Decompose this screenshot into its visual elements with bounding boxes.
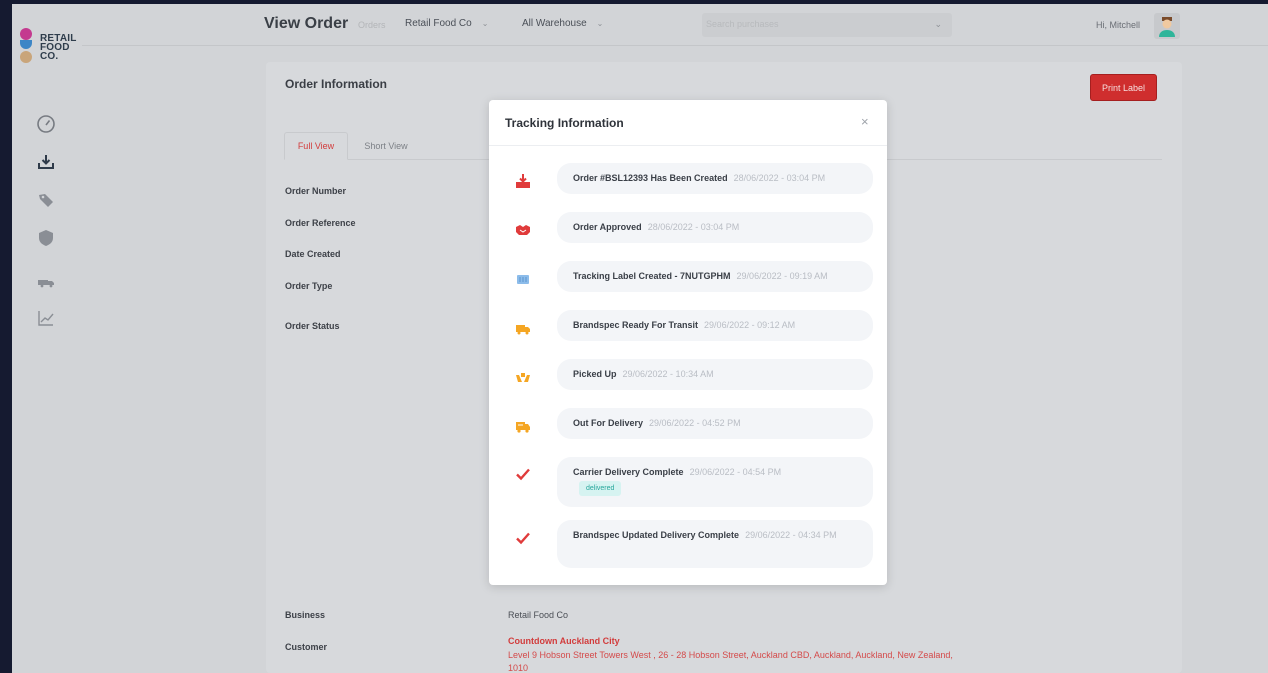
search-placeholder: Search purchases	[706, 19, 779, 29]
order-number-label: Order Number	[285, 186, 347, 196]
sidebar-item-products[interactable]	[34, 188, 58, 212]
event-time: 29/06/2022 - 10:34 AM	[622, 369, 714, 379]
logo-text: RETAIL FOOD CO.	[40, 34, 77, 62]
order-reference-label: Order Reference	[285, 218, 356, 228]
tracking-event: Picked Up 29/06/2022 - 10:34 AM	[557, 359, 873, 390]
event-time: 29/06/2022 - 09:19 AM	[736, 271, 828, 281]
sidebar-item-dashboard[interactable]	[34, 112, 58, 136]
page-title: View Order	[264, 15, 349, 32]
event-time: 29/06/2022 - 09:12 AM	[704, 320, 796, 330]
download-tray-icon	[38, 155, 54, 169]
chevron-down-icon: ⌄	[481, 19, 489, 28]
event-time: 29/06/2022 - 04:54 PM	[689, 467, 782, 477]
tracking-information-modal: Tracking Information × Order #BSL12393 H…	[489, 100, 887, 585]
handshake-icon	[513, 220, 533, 240]
search-input[interactable]: Search purchases ⌄	[702, 13, 952, 37]
truck-icon	[513, 318, 533, 338]
tracking-event: Order #BSL12393 Has Been Created 28/06/20…	[557, 163, 873, 194]
event-label: Tracking Label Created - 7NUTGPHM	[573, 271, 731, 281]
event-label: Out For Delivery	[573, 418, 644, 428]
event-label: Brandspec Ready For Transit	[573, 320, 699, 330]
customer-address: Level 9 Hobson Street Towers West , 26 -…	[508, 650, 953, 673]
check-icon	[513, 464, 533, 484]
hands-icon	[513, 367, 533, 387]
business-label: Business	[285, 610, 326, 620]
warehouse-select[interactable]: All Warehouse ⌄	[522, 18, 603, 29]
order-type-label: Order Type	[285, 281, 333, 291]
gauge-icon	[37, 115, 55, 133]
event-time: 28/06/2022 - 03:04 PM	[733, 173, 826, 183]
chevron-down-icon: ⌄	[596, 19, 604, 28]
event-time: 29/06/2022 - 04:34 PM	[745, 530, 837, 540]
chart-line-icon	[38, 311, 54, 326]
event-time: 29/06/2022 - 04:52 PM	[649, 418, 741, 428]
breadcrumb[interactable]: Orders	[358, 20, 386, 30]
tracking-event: Carrier Delivery Complete 29/06/2022 - 04…	[557, 457, 873, 507]
avatar[interactable]	[1154, 13, 1180, 39]
tab-full-view[interactable]: Full View	[284, 132, 348, 160]
sidebar-item-shipping[interactable]	[34, 270, 58, 294]
download-tray-icon	[513, 171, 533, 191]
logo-dot-pink	[20, 28, 32, 40]
event-label: Carrier Delivery Complete	[573, 467, 684, 477]
event-label: Brandspec Updated Delivery Complete	[573, 530, 740, 540]
tracking-event: Brandspec Updated Delivery Complete 29/06…	[557, 520, 873, 568]
user-greeting: Hi, Mitchell	[1096, 20, 1141, 30]
sidebar-item-reports[interactable]	[34, 306, 58, 330]
tracking-event: Tracking Label Created - 7NUTGPHM 29/06/2…	[557, 261, 873, 292]
user-avatar-icon	[1159, 17, 1175, 37]
logo-line-3: CO.	[40, 51, 59, 62]
tracking-event: Brandspec Ready For Transit 29/06/2022 - …	[557, 310, 873, 341]
section-title: Order Information	[285, 77, 388, 91]
event-label: Picked Up	[573, 369, 617, 379]
print-label-button[interactable]: Print Label	[1090, 74, 1157, 101]
truck-icon	[38, 280, 54, 288]
warehouse-select-value: All Warehouse	[522, 18, 587, 29]
logo-dot-tan	[20, 51, 32, 63]
brand-logo[interactable]: RETAIL FOOD CO.	[18, 26, 78, 70]
tags-icon	[39, 194, 53, 207]
status-badge: delivered	[579, 481, 622, 496]
top-header: View Order Orders Retail Food Co ⌄ All W…	[82, 4, 1268, 46]
tracking-event: Order Approved 28/06/2022 - 03:04 PM	[557, 212, 873, 243]
modal-header: Tracking Information ×	[489, 100, 887, 146]
modal-title: Tracking Information	[505, 116, 624, 130]
tracking-event: Out For Delivery 29/06/2022 - 04:52 PM	[557, 408, 873, 439]
logo-dot-blue	[20, 40, 32, 49]
event-label: Order #BSL12393 Has Been Created	[573, 173, 728, 183]
business-select[interactable]: Retail Food Co ⌄	[405, 18, 488, 29]
customer-name[interactable]: Countdown Auckland City	[508, 636, 620, 646]
sidebar-item-security[interactable]	[34, 226, 58, 250]
close-icon[interactable]: ×	[861, 114, 869, 129]
chevron-down-icon: ⌄	[934, 19, 942, 29]
sidebar-item-orders[interactable]	[34, 150, 58, 174]
event-label: Order Approved	[573, 222, 642, 232]
customer-label: Customer	[285, 642, 328, 652]
check-icon	[513, 528, 533, 548]
business-value: Retail Food Co	[508, 610, 569, 620]
shield-icon	[39, 230, 53, 246]
delivery-truck-icon	[513, 416, 533, 436]
order-status-label: Order Status	[285, 321, 340, 331]
event-time: 28/06/2022 - 03:04 PM	[647, 222, 740, 232]
date-created-label: Date Created	[285, 249, 341, 259]
label-icon	[513, 269, 533, 289]
tab-short-view[interactable]: Short View	[364, 132, 408, 160]
business-select-value: Retail Food Co	[405, 18, 472, 29]
sidebar: RETAIL FOOD CO.	[12, 4, 82, 673]
